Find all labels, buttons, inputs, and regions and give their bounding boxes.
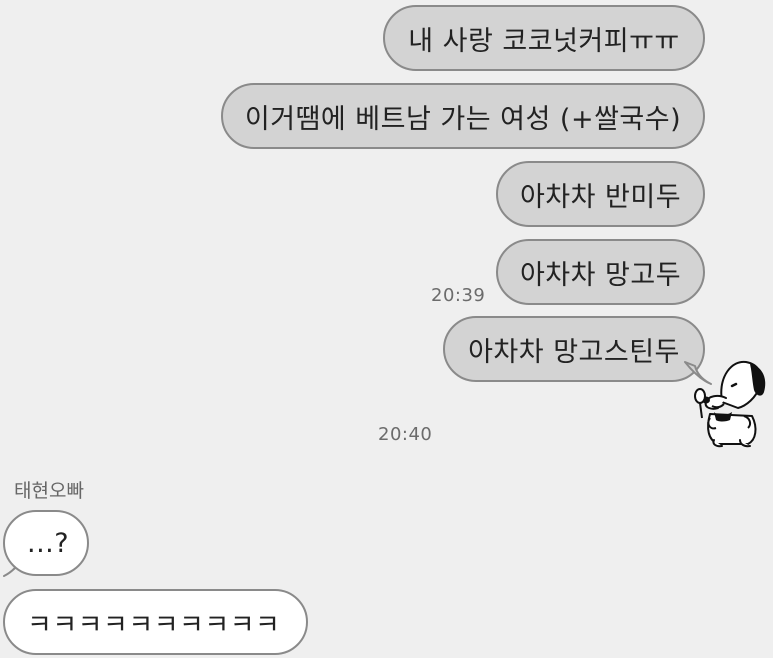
message-bubble-sent[interactable]: 아차차 망고스틴두 <box>443 316 705 382</box>
sender-name[interactable]: 태현오빠 <box>14 476 84 503</box>
message-bubble-sent[interactable]: 아차차 반미두 <box>496 161 705 227</box>
message-text: ㅋㅋㅋㅋㅋㅋㅋㅋㅋㅋ <box>27 609 281 641</box>
message-timestamp: 20:39 <box>431 285 486 306</box>
message-text: 아차차 망고두 <box>519 259 682 291</box>
message-timestamp: 20:40 <box>378 424 433 445</box>
message-bubble-sent[interactable]: 이거땜에 베트남 가는 여성 (+쌀국수) <box>221 83 705 149</box>
message-text: ...? <box>27 527 70 559</box>
snoopy-sticker-icon[interactable] <box>688 352 770 448</box>
message-bubble-received[interactable]: ...? <box>3 510 89 576</box>
message-bubble-sent[interactable]: 내 사랑 코코넛커피ㅠㅠ <box>383 5 705 71</box>
message-text: 내 사랑 코코넛커피ㅠㅠ <box>408 25 680 57</box>
message-bubble-received[interactable]: ㅋㅋㅋㅋㅋㅋㅋㅋㅋㅋ <box>3 589 308 655</box>
message-bubble-sent[interactable]: 아차차 망고두 <box>496 239 705 305</box>
chat-window: 내 사랑 코코넛커피ㅠㅠ 이거땜에 베트남 가는 여성 (+쌀국수) 아차차 반… <box>0 0 773 658</box>
message-text: 이거땜에 베트남 가는 여성 (+쌀국수) <box>244 103 682 135</box>
message-text: 아차차 망고스틴두 <box>468 336 680 368</box>
message-text: 아차차 반미두 <box>519 181 682 213</box>
